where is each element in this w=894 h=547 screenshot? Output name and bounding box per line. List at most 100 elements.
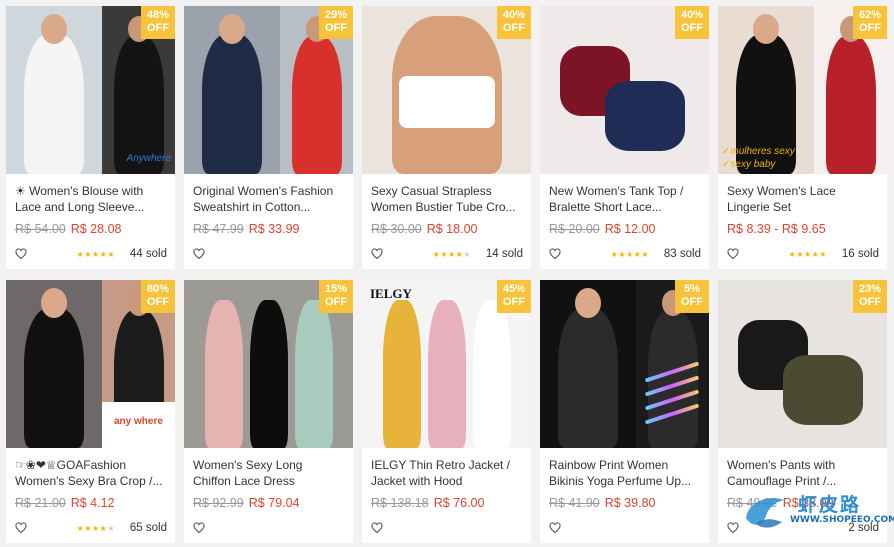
model-figure	[24, 308, 84, 448]
product-card[interactable]: IELGY 45% OFF IELGY Thin Retro Jacket / Jack…	[362, 280, 531, 543]
product-title-line-2: Women's Sexy Bra Crop /...	[15, 474, 163, 488]
discount-off-label: OFF	[503, 296, 525, 308]
price-row: R$ 20.00 R$ 12.00	[549, 222, 655, 236]
discount-badge: 23% OFF	[853, 280, 887, 313]
price-row: R$ 92.99 R$ 79.04	[193, 496, 299, 510]
model-head	[41, 288, 67, 318]
star-icon: ★	[91, 524, 100, 533]
heart-icon[interactable]	[371, 522, 383, 534]
product-card[interactable]: 40% OFF Sexy Casual Strapless Women Bustier…	[362, 6, 531, 269]
heart-icon[interactable]	[727, 248, 739, 260]
model-figure	[202, 34, 262, 174]
product-title[interactable]: Women's Pants with Camouflage Print /...	[727, 457, 879, 489]
product-title-line-2: Bralette Short Lace...	[549, 200, 662, 214]
product-title-line-1: Women's Sexy Long	[193, 458, 303, 472]
product-title[interactable]: Women's Sexy Long Chiffon Lace Dress	[193, 457, 345, 489]
original-price: R$ 138.18	[371, 496, 429, 510]
image-caption: any where	[114, 416, 163, 427]
discount-badge: 15% OFF	[319, 280, 353, 313]
product-title[interactable]: IELGY Thin Retro Jacket / Jacket with Hoo…	[371, 457, 523, 489]
product-title-line-1: New Women's Tank Top /	[549, 184, 684, 198]
product-item	[398, 76, 495, 128]
original-price: R$ 20.00	[549, 222, 600, 236]
product-title-line-1: Original Women's Fashion	[193, 184, 334, 198]
model-figure	[558, 308, 618, 448]
discount-off-label: OFF	[681, 22, 703, 34]
card-footer	[371, 521, 523, 537]
product-card[interactable]: Anywhere 48% OFF ☀ Women's Blouse with Lace …	[6, 6, 175, 269]
product-card[interactable]: any where 80% OFF ☞❀❤♕GOAFashion Women's Sex…	[6, 280, 175, 543]
heart-icon[interactable]	[15, 248, 27, 260]
star-icon: ★	[625, 250, 634, 259]
discount-badge: 45% OFF	[497, 280, 531, 313]
product-title-line-2: Camouflage Print /...	[727, 474, 837, 488]
product-title-line-1: Rainbow Print Women	[549, 458, 669, 472]
star-icon: ★	[796, 250, 804, 259]
sold-count: 44 sold	[129, 248, 167, 260]
card-footer: ★★★★★ 16 sold	[727, 247, 879, 263]
sale-price: R$ 76.00	[433, 496, 485, 510]
sale-price: R$ 18.00	[426, 222, 478, 236]
product-title-line-2: Sweatshirt in Cotton...	[193, 200, 311, 214]
watermark-url: WWW.SHOPEEO.COM	[790, 515, 894, 525]
card-footer: ★★★★★ 65 sold	[15, 521, 167, 537]
product-title[interactable]: ☀ Women's Blouse with Lace and Long Sleev…	[15, 183, 167, 215]
product-title-line-1: Sexy Casual Strapless	[371, 184, 492, 198]
card-footer: ★★★★★ 44 sold	[15, 247, 167, 263]
discount-percent: 40%	[502, 9, 526, 21]
original-price: R$ 41.90	[549, 496, 600, 510]
star-icon: ★	[618, 250, 626, 259]
heart-icon[interactable]	[549, 248, 561, 260]
discount-badge: 40% OFF	[675, 6, 709, 39]
discount-off-label: OFF	[503, 22, 525, 34]
original-price: R$ 21.00	[15, 496, 66, 510]
original-price: R$ 54.00	[15, 222, 66, 236]
discount-percent: 48%	[146, 9, 170, 21]
product-title[interactable]: Sexy Casual Strapless Women Bustier Tube …	[371, 183, 523, 215]
heart-icon[interactable]	[193, 522, 205, 534]
price-row: R$ 41.90 R$ 39.80	[549, 496, 655, 510]
star-icon: ★	[84, 250, 92, 259]
product-item	[428, 300, 466, 448]
card-footer	[193, 521, 345, 537]
heart-icon[interactable]	[15, 522, 27, 534]
star-icon: ★	[440, 250, 448, 259]
card-footer	[549, 521, 701, 537]
star-icon: ★	[819, 250, 827, 259]
product-title[interactable]: New Women's Tank Top / Bralette Short Lac…	[549, 183, 701, 215]
discount-off-label: OFF	[325, 22, 347, 34]
discount-percent: 5%	[684, 283, 700, 295]
product-item	[250, 300, 288, 448]
product-card[interactable]: ✓mulheres sexy ✓sexy baby 62% OFF Sexy Women…	[718, 6, 887, 269]
discount-off-label: OFF	[325, 296, 347, 308]
sale-price: R$ 28.08	[70, 222, 122, 236]
product-title-line-1: ☞❀❤♕GOAFashion	[15, 458, 126, 472]
model-figure	[24, 34, 84, 174]
photo-left	[6, 6, 102, 174]
product-title[interactable]: Sexy Women's Lace Lingerie Set	[727, 183, 879, 215]
star-icon: ★	[107, 524, 115, 533]
photo-left	[6, 280, 102, 448]
product-card[interactable]: 15% OFF Women's Sexy Long Chiffon Lace Dres…	[184, 280, 353, 543]
product-title[interactable]: ☞❀❤♕GOAFashion Women's Sexy Bra Crop /...	[15, 457, 167, 489]
product-card[interactable]: 40% OFF New Women's Tank Top / Bralette Sho…	[540, 6, 709, 269]
heart-icon[interactable]	[549, 522, 561, 534]
product-card[interactable]: 5% OFF Rainbow Print Women Bikinis Yoga Per…	[540, 280, 709, 543]
product-item	[783, 355, 863, 425]
original-price: R$ 30.00	[371, 222, 422, 236]
heart-icon[interactable]	[371, 248, 383, 260]
product-title-line-1: Sexy Women's Lace	[727, 184, 836, 198]
price-row: R$ 8.39 - R$ 9.65	[727, 222, 826, 236]
discount-percent: 45%	[502, 283, 526, 295]
original-price: R$ 47.99	[193, 222, 244, 236]
product-title[interactable]: Original Women's Fashion Sweatshirt in Co…	[193, 183, 345, 215]
product-item	[605, 81, 685, 151]
price-row: R$ 54.00 R$ 28.08	[15, 222, 121, 236]
product-item	[205, 300, 243, 448]
sold-count: 65 sold	[129, 522, 167, 534]
discount-percent: 80%	[146, 283, 170, 295]
product-card[interactable]: 29% OFF Original Women's Fashion Sweatshirt…	[184, 6, 353, 269]
discount-badge: 29% OFF	[319, 6, 353, 39]
heart-icon[interactable]	[193, 248, 205, 260]
product-title[interactable]: Rainbow Print Women Bikinis Yoga Perfume …	[549, 457, 701, 489]
